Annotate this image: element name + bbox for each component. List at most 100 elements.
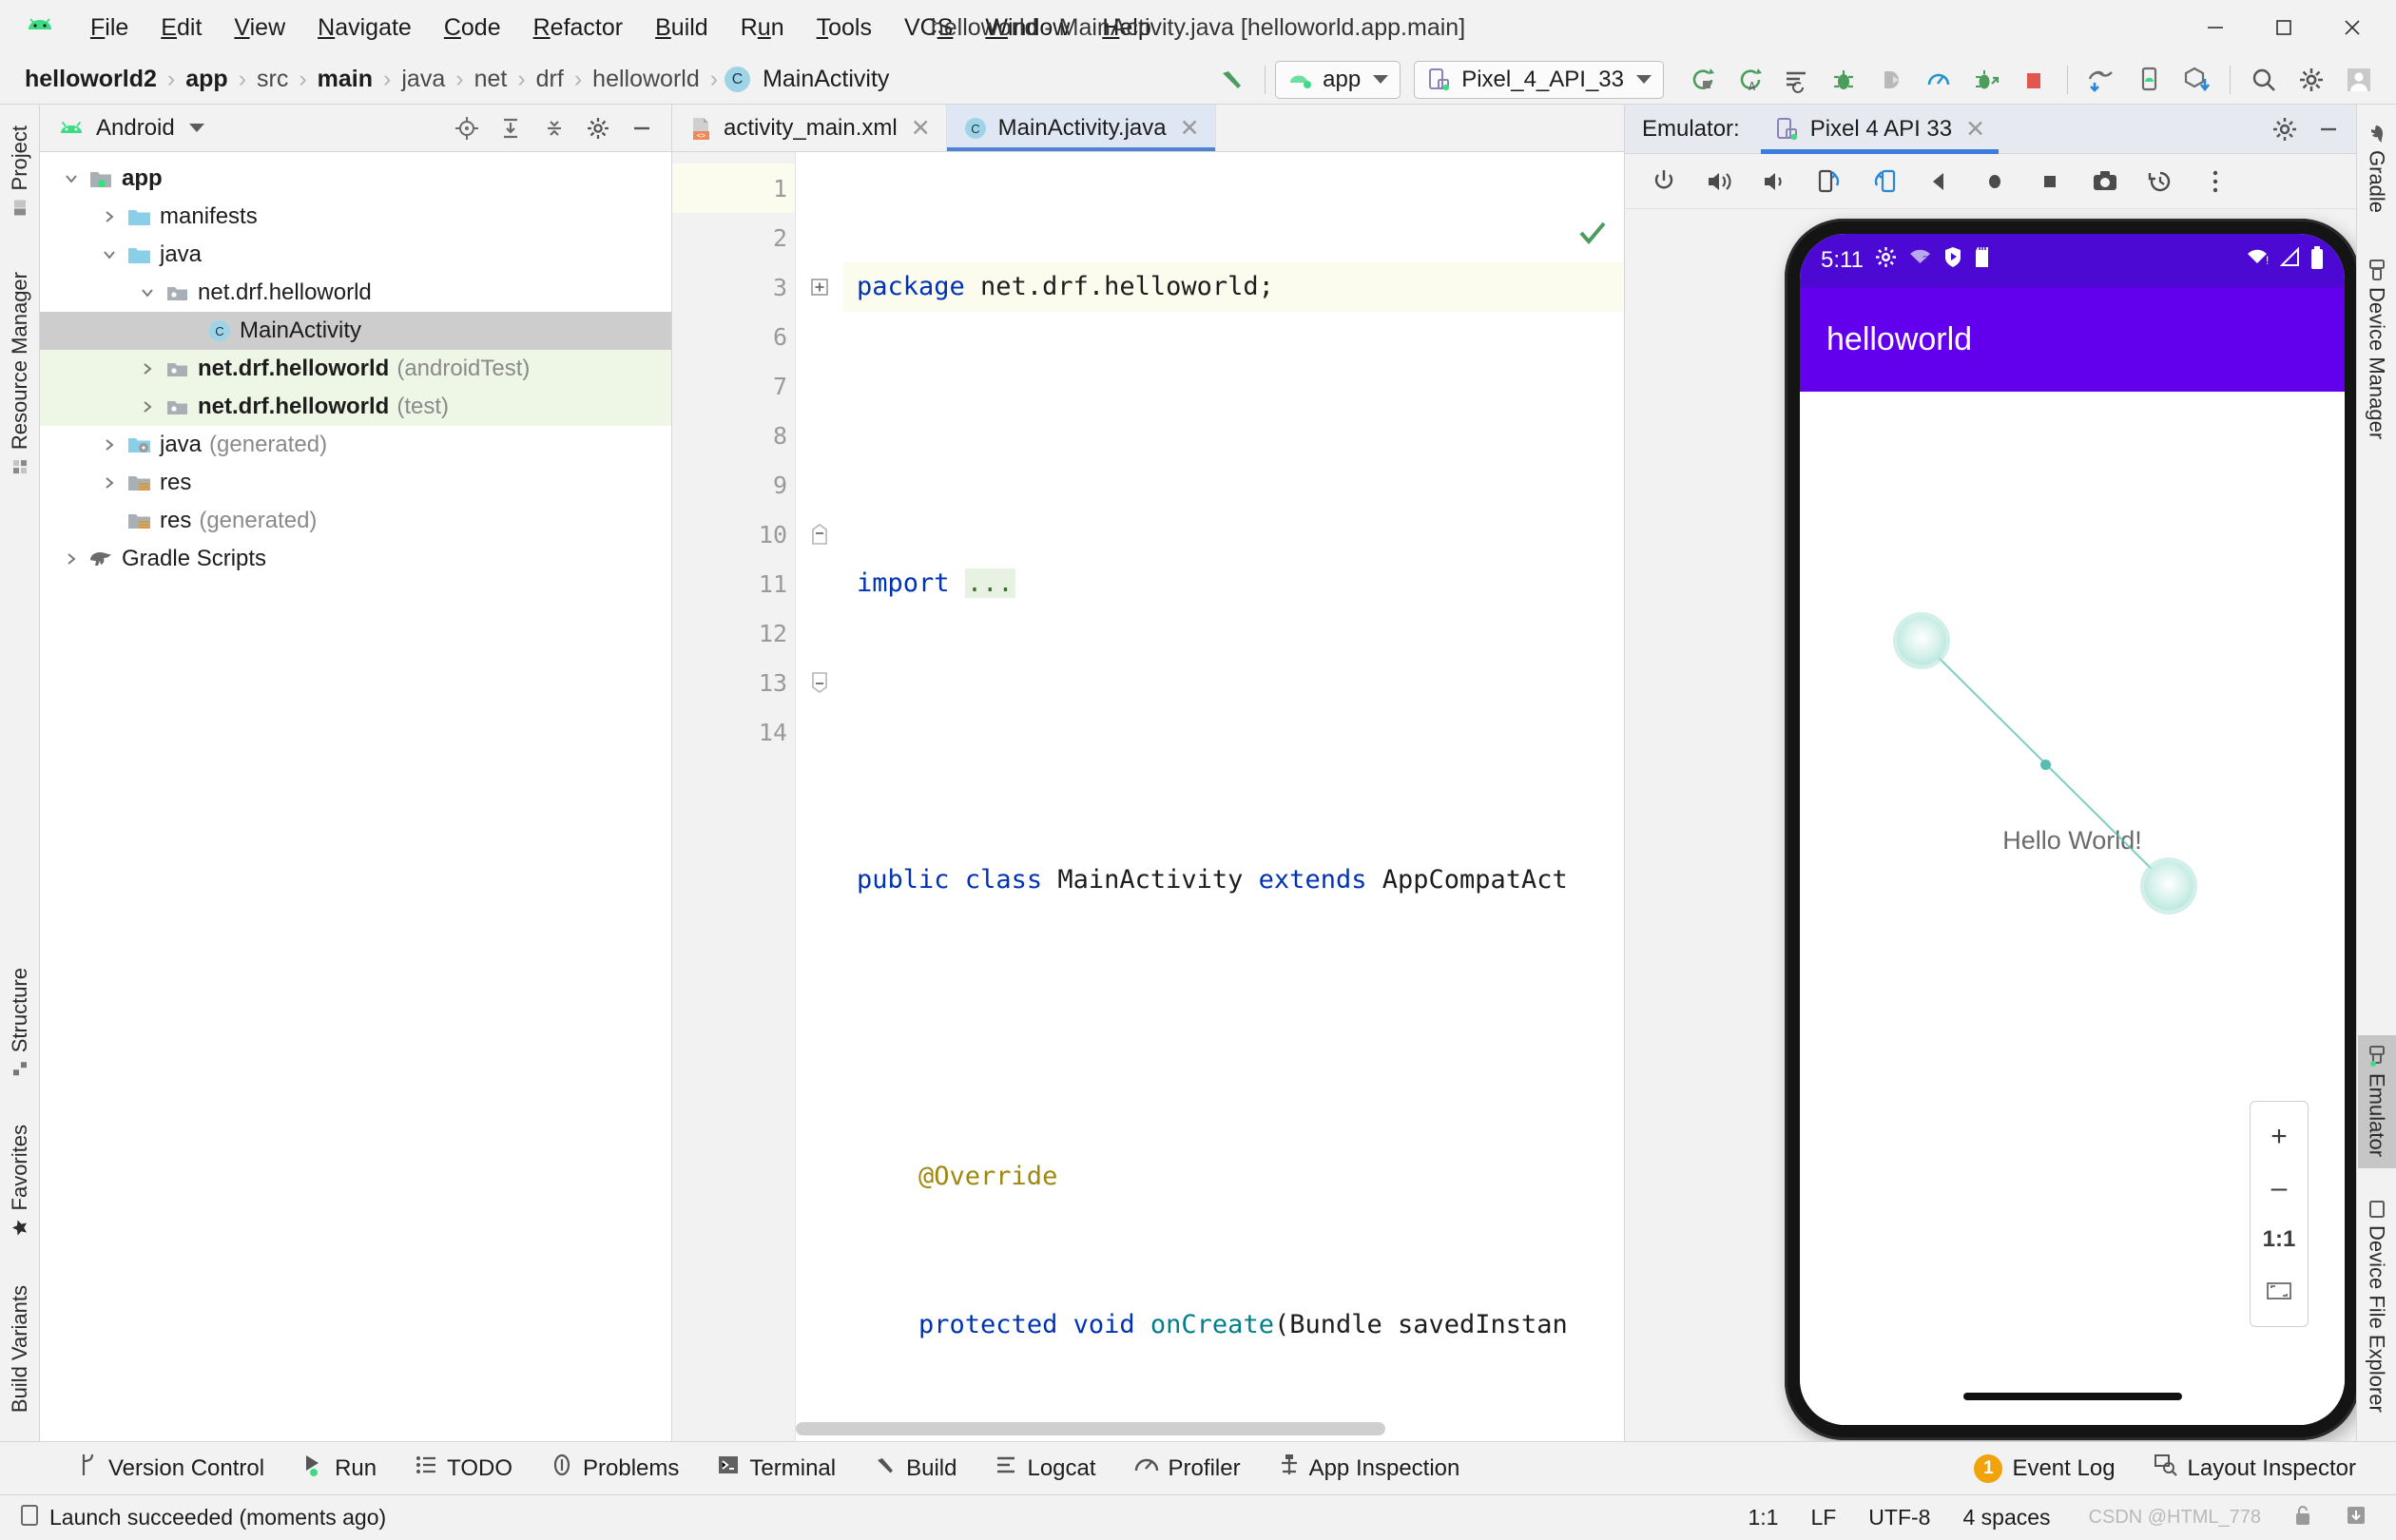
close-icon[interactable]: ✕ xyxy=(1965,115,1985,144)
breadcrumb-item-src[interactable]: src xyxy=(253,66,292,93)
tool-window-ter‌minal[interactable]: Terminal xyxy=(698,1453,855,1483)
sidebar-item-emulator[interactable]: Emulator xyxy=(2357,1035,2396,1169)
tool-window-version-control[interactable]: Version Control xyxy=(59,1453,283,1484)
attach-debugger-icon[interactable] xyxy=(1867,58,1915,102)
sidebar-item-device-file-explorer[interactable]: Device File Explorer xyxy=(2358,1189,2396,1424)
run-icon[interactable] xyxy=(1677,58,1725,102)
avatar-icon[interactable] xyxy=(2335,58,2383,102)
gear-icon[interactable] xyxy=(2263,108,2307,150)
minimize-icon[interactable] xyxy=(2181,1,2250,54)
device-selector[interactable]: Pixel_4_API_33 xyxy=(1414,60,1664,99)
tree-node-java[interactable]: java xyxy=(40,236,671,274)
menu-item-help[interactable]: Help xyxy=(1086,9,1167,48)
chevron-right-icon[interactable] xyxy=(57,550,86,568)
breadcrumb-item-project[interactable]: helloworld2 xyxy=(21,66,161,93)
gear-icon[interactable] xyxy=(576,107,620,149)
chevron-down-icon[interactable] xyxy=(133,284,162,301)
camera-icon[interactable] xyxy=(2079,158,2131,205)
chevron-right-icon[interactable] xyxy=(95,208,124,225)
editor-fold-column[interactable] xyxy=(796,152,843,1441)
code-editor[interactable]: 1 2 3 6 7 8 9 10 11 12 13 14 package net… xyxy=(672,152,1624,1441)
power-icon[interactable] xyxy=(1638,158,1690,205)
code-text[interactable]: package net.drf.helloworld; import ... p… xyxy=(843,152,1624,1441)
tab-activity-main-xml[interactable]: <> activity_main.xml ✕ xyxy=(672,105,947,151)
tool-window-layout-inspector[interactable]: Layout Inspector xyxy=(2135,1453,2375,1483)
tree-node-manifests[interactable]: manifests xyxy=(40,198,671,236)
search-icon[interactable] xyxy=(2240,58,2288,102)
breadcrumb-item-helloworld[interactable]: helloworld xyxy=(589,66,704,93)
tree-node-package-test[interactable]: net.drf.helloworld (test) xyxy=(40,388,671,426)
tool-window-event-log[interactable]: 1 Event Log xyxy=(1955,1453,2134,1483)
sidebar-item-structure[interactable]: Structure xyxy=(1,956,39,1088)
sidebar-item-device-manager[interactable]: Device Manager xyxy=(2358,249,2396,451)
tree-node-res[interactable]: res xyxy=(40,464,671,502)
gear-icon[interactable] xyxy=(2288,58,2335,102)
tool-window-todo[interactable]: TODO xyxy=(396,1453,531,1483)
tree-node-package-androidtest[interactable]: net.drf.helloworld (androidTest) xyxy=(40,350,671,388)
chevron-right-icon[interactable] xyxy=(95,474,124,491)
close-icon[interactable]: ✕ xyxy=(911,114,931,143)
collapsed-imports-chip[interactable]: ... xyxy=(964,568,1015,598)
menu-item-tools[interactable]: Tools xyxy=(801,9,888,48)
chevron-right-icon[interactable] xyxy=(95,436,124,453)
minimize-icon[interactable] xyxy=(2307,108,2350,150)
tool-window-problems[interactable]: Problems xyxy=(531,1453,698,1483)
expand-all-icon[interactable] xyxy=(489,107,532,149)
sidebar-item-resource-manager[interactable]: Resource Manager xyxy=(1,260,39,488)
sidebar-item-favorites[interactable]: Favorites xyxy=(1,1113,39,1248)
menu-item-window[interactable]: Window xyxy=(969,9,1086,48)
sidebar-item-gradle[interactable]: Gradle xyxy=(2358,114,2396,224)
chevron-right-icon[interactable] xyxy=(133,360,162,377)
chevron-right-icon[interactable] xyxy=(133,398,162,415)
debug-icon[interactable] xyxy=(1820,58,1867,102)
tab-mainactivity-java[interactable]: C MainActivity.java ✕ xyxy=(946,105,1216,151)
tree-node-mainactivity[interactable]: C MainActivity xyxy=(40,312,671,350)
breadcrumb-item-java[interactable]: java xyxy=(397,66,449,93)
tree-node-res-generated[interactable]: res (generated) xyxy=(40,502,671,540)
emulator-display-area[interactable]: 5:11 ? ! helloworld Hello World! + – 1:1 xyxy=(1625,209,2356,1441)
menu-item-edit[interactable]: Edit xyxy=(145,9,218,48)
sidebar-item-build-variants[interactable]: Build Variants xyxy=(1,1274,39,1424)
tool-window-logcat[interactable]: Logcat xyxy=(976,1453,1114,1483)
fold-method-end[interactable] xyxy=(796,658,843,707)
menu-item-file[interactable]: File xyxy=(74,9,145,48)
profiler-icon[interactable] xyxy=(1915,58,1962,102)
menu-item-build[interactable]: Build xyxy=(639,9,725,48)
apply-changes-icon[interactable]: A xyxy=(1725,58,1772,102)
home-circle-icon[interactable] xyxy=(1969,158,2020,205)
sdk-manager-icon[interactable] xyxy=(2077,58,2125,102)
memory-indicator-icon[interactable] xyxy=(2345,1504,2367,1532)
zoom-in-button[interactable]: + xyxy=(2250,1111,2309,1163)
overview-square-icon[interactable] xyxy=(2024,158,2076,205)
avd-manager-icon[interactable] xyxy=(2125,58,2173,102)
zoom-actual-button[interactable]: 1:1 xyxy=(2250,1214,2309,1265)
sidebar-item-project[interactable]: Project xyxy=(1,114,39,228)
close-icon[interactable] xyxy=(2318,1,2386,54)
stop-icon[interactable] xyxy=(2010,58,2058,102)
caret-position[interactable]: 1:1 xyxy=(1748,1505,1778,1530)
zoom-fit-button[interactable] xyxy=(2250,1265,2309,1317)
debug-attach-icon[interactable] xyxy=(1962,58,2010,102)
chevron-down-icon[interactable] xyxy=(57,170,86,187)
line-separator[interactable]: LF xyxy=(1810,1505,1836,1530)
inspection-ok-icon[interactable] xyxy=(1391,167,1609,316)
editor-horizontal-scrollbar[interactable] xyxy=(796,1422,1385,1435)
coverage-icon[interactable] xyxy=(1772,58,1820,102)
volume-up-icon[interactable] xyxy=(1693,158,1745,205)
encoding[interactable]: UTF-8 xyxy=(1868,1505,1930,1530)
breadcrumb-item-main[interactable]: main xyxy=(314,66,377,93)
chevron-down-icon[interactable] xyxy=(95,246,124,263)
unlocked-icon[interactable] xyxy=(2293,1504,2312,1532)
breadcrumb-item-drf[interactable]: drf xyxy=(532,66,568,93)
rotate-left-icon[interactable] xyxy=(1804,158,1855,205)
breadcrumb-item-mainactivity[interactable]: MainActivity xyxy=(759,66,893,93)
build-hammer-icon[interactable] xyxy=(1208,58,1255,102)
target-icon[interactable] xyxy=(445,107,489,149)
menu-item-code[interactable]: Code xyxy=(428,9,517,48)
tree-node-app[interactable]: app xyxy=(40,160,671,198)
tree-node-java-generated[interactable]: java (generated) xyxy=(40,426,671,464)
tree-node-gradle-scripts[interactable]: Gradle Scripts xyxy=(40,540,671,578)
run-configuration-selector[interactable]: app xyxy=(1275,60,1401,99)
zoom-out-button[interactable]: – xyxy=(2250,1163,2309,1214)
collapse-all-icon[interactable] xyxy=(532,107,576,149)
